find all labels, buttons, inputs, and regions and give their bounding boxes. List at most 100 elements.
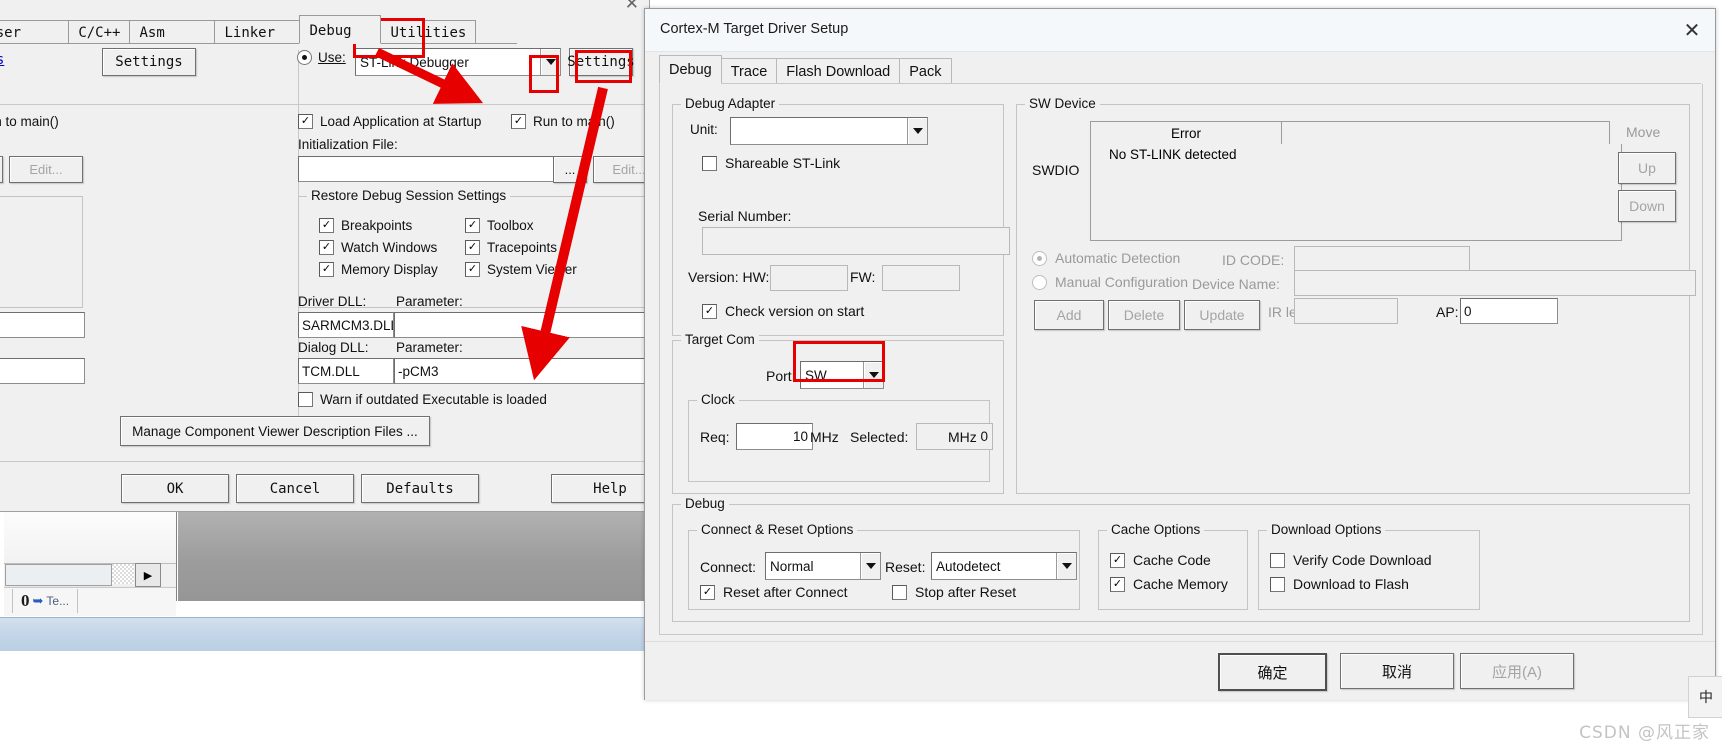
tab-flash-download[interactable]: Flash Download: [776, 58, 901, 84]
checkbox-box[interactable]: [892, 584, 907, 600]
chevron-down-icon[interactable]: [1056, 553, 1076, 579]
toolbox-checkbox[interactable]: ✓ Toolbox: [465, 218, 534, 233]
checkbox-box[interactable]: ✓: [511, 114, 526, 129]
chevron-down-icon[interactable]: [907, 118, 927, 144]
tab-cpp[interactable]: C/C++: [68, 20, 131, 44]
run-to-main-checkbox-right[interactable]: ✓ Run to main(): [511, 114, 615, 129]
stop-after-reset-checkbox[interactable]: Stop after Reset: [892, 584, 1016, 600]
check-version-checkbox[interactable]: ✓ Check version on start: [702, 303, 864, 319]
serial-number-input[interactable]: [702, 227, 1010, 255]
tab-trace[interactable]: Trace: [720, 58, 778, 84]
ok-button[interactable]: OK: [121, 474, 229, 503]
checkbox-box[interactable]: ✓: [465, 218, 480, 233]
checkbox-box[interactable]: ✓: [1110, 552, 1125, 568]
download-to-flash-checkbox[interactable]: Download to Flash: [1270, 576, 1409, 592]
connect-reset-caption: Connect & Reset Options: [697, 522, 858, 537]
dialog-param-input-left[interactable]: -pCM3: [0, 358, 85, 384]
checkbox-box[interactable]: ✓: [298, 114, 313, 129]
project-pane-tab[interactable]: 0 ➥ Te...: [12, 589, 79, 613]
checkbox-box[interactable]: [1270, 552, 1285, 568]
options-for-target-dialog[interactable]: or Target 'rt-thread' ✕ rget Output List…: [0, 0, 669, 512]
load-app-checkbox-right[interactable]: ✓ Load Application at Startup: [298, 114, 481, 129]
tab-asm[interactable]: Asm: [129, 20, 216, 44]
stlink-settings-button[interactable]: Settings: [567, 48, 635, 76]
checkbox-box[interactable]: [298, 392, 313, 407]
port-select[interactable]: SW: [800, 361, 884, 389]
system-viewer-checkbox[interactable]: ✓ System Viewer: [465, 262, 577, 277]
breakpoints-checkbox[interactable]: ✓ Breakpoints: [319, 218, 412, 233]
driver-dll-input[interactable]: SARMCM3.DLL: [298, 312, 394, 338]
with-restrictions-link[interactable]: with restrictions: [0, 52, 4, 68]
close-icon[interactable]: ✕: [625, 0, 639, 14]
use-radio[interactable]: Use:: [297, 50, 346, 65]
column-error: Error: [1091, 122, 1282, 145]
radio-button: [1032, 274, 1047, 290]
checkbox-box[interactable]: [702, 155, 717, 171]
req-unit-label: MHz: [810, 429, 839, 445]
cache-memory-checkbox[interactable]: ✓ Cache Memory: [1110, 576, 1228, 592]
chevron-down-icon[interactable]: [540, 49, 560, 75]
reset-after-connect-checkbox[interactable]: ✓ Reset after Connect: [700, 584, 848, 600]
tab-debug[interactable]: Debug: [299, 15, 382, 44]
ap-input[interactable]: 0: [1460, 298, 1558, 324]
chevron-down-icon[interactable]: [863, 362, 883, 388]
reset-select[interactable]: Autodetect: [931, 552, 1077, 580]
checkbox-box[interactable]: ✓: [1110, 576, 1125, 592]
unit-select[interactable]: [730, 117, 928, 145]
tab-pack[interactable]: Pack: [899, 58, 952, 84]
checkbox-box[interactable]: [1270, 576, 1285, 592]
chevron-down-icon[interactable]: [860, 553, 880, 579]
verify-code-download-checkbox[interactable]: Verify Code Download: [1270, 552, 1432, 568]
dialog-dll-label: Dialog DLL:: [298, 340, 369, 355]
manage-component-viewer-button[interactable]: Manage Component Viewer Description File…: [120, 416, 430, 446]
memory-display-checkbox[interactable]: ✓ Memory Display: [319, 262, 438, 277]
confirm-button[interactable]: 确定: [1218, 653, 1327, 691]
tab-user[interactable]: User: [0, 20, 70, 44]
tab-linker[interactable]: Linker: [214, 20, 301, 44]
checkbox-box[interactable]: ✓: [465, 240, 480, 255]
dialog-dll-input[interactable]: TCM.DLL: [298, 358, 394, 384]
req-clock-input[interactable]: 10: [736, 423, 813, 450]
automatic-detection-label: Automatic Detection: [1055, 250, 1181, 266]
cortex-tabstrip[interactable]: Debug Trace Flash Download Pack: [659, 55, 952, 84]
tab-debug[interactable]: Debug: [659, 55, 722, 84]
checkbox-box[interactable]: ✓: [465, 262, 480, 277]
sw-device-listbox[interactable]: No ST-LINK detected: [1090, 144, 1622, 241]
watermark: CSDN @风正家: [1579, 723, 1710, 743]
stop-after-reset-label: Stop after Reset: [915, 584, 1017, 600]
editor-canvas: [178, 505, 648, 601]
cancel-button[interactable]: Cancel: [236, 474, 354, 503]
close-icon[interactable]: ✕: [1669, 9, 1715, 51]
debugger-select[interactable]: ST-Link Debugger: [355, 48, 561, 76]
checkbox-box[interactable]: ✓: [319, 240, 334, 255]
radio-button[interactable]: [297, 50, 312, 65]
warn-outdated-checkbox[interactable]: Warn if outdated Executable is loaded: [298, 392, 547, 407]
shareable-stlink-checkbox[interactable]: Shareable ST-Link: [702, 155, 840, 171]
connect-select[interactable]: Normal: [765, 552, 881, 580]
init-file-input-right[interactable]: [298, 156, 556, 182]
browse-button-left[interactable]: ...: [0, 156, 3, 183]
cortex-m-target-driver-setup-dialog[interactable]: Cortex-M Target Driver Setup ✕ Debug Tra…: [644, 8, 1716, 700]
tab-utilities[interactable]: Utilities: [380, 20, 477, 44]
dialog-param-input[interactable]: -pCM3: [394, 358, 657, 384]
driver-param-input[interactable]: [394, 312, 657, 338]
scrollbar-right-arrow-icon[interactable]: ▶: [135, 563, 161, 587]
scrollbar-track[interactable]: [112, 564, 134, 584]
cache-code-checkbox[interactable]: ✓ Cache Code: [1110, 552, 1211, 568]
watch-windows-checkbox[interactable]: ✓ Watch Windows: [319, 240, 437, 255]
checkbox-box[interactable]: ✓: [700, 584, 715, 600]
checkbox-box[interactable]: ✓: [319, 218, 334, 233]
simulator-settings-button[interactable]: Settings: [102, 48, 196, 76]
options-tabstrip[interactable]: rget Output Listing User C/C++ Asm Linke…: [0, 15, 477, 44]
checkbox-box[interactable]: ✓: [319, 262, 334, 277]
driver-param-input-left[interactable]: -REMAP: [0, 312, 85, 338]
tracepoints-checkbox[interactable]: ✓ Tracepoints: [465, 240, 557, 255]
driver-dll-label: Driver DLL:: [298, 294, 367, 309]
run-to-main-checkbox-left[interactable]: ✓ Run to main(): [0, 114, 59, 129]
browse-button-right[interactable]: ...: [553, 156, 587, 183]
cancel-button[interactable]: 取消: [1340, 653, 1454, 689]
defaults-button[interactable]: Defaults: [361, 474, 479, 503]
scrollbar-thumb[interactable]: [5, 564, 112, 586]
manual-configuration-radio: Manual Configuration: [1032, 274, 1188, 290]
checkbox-box[interactable]: ✓: [702, 303, 717, 319]
